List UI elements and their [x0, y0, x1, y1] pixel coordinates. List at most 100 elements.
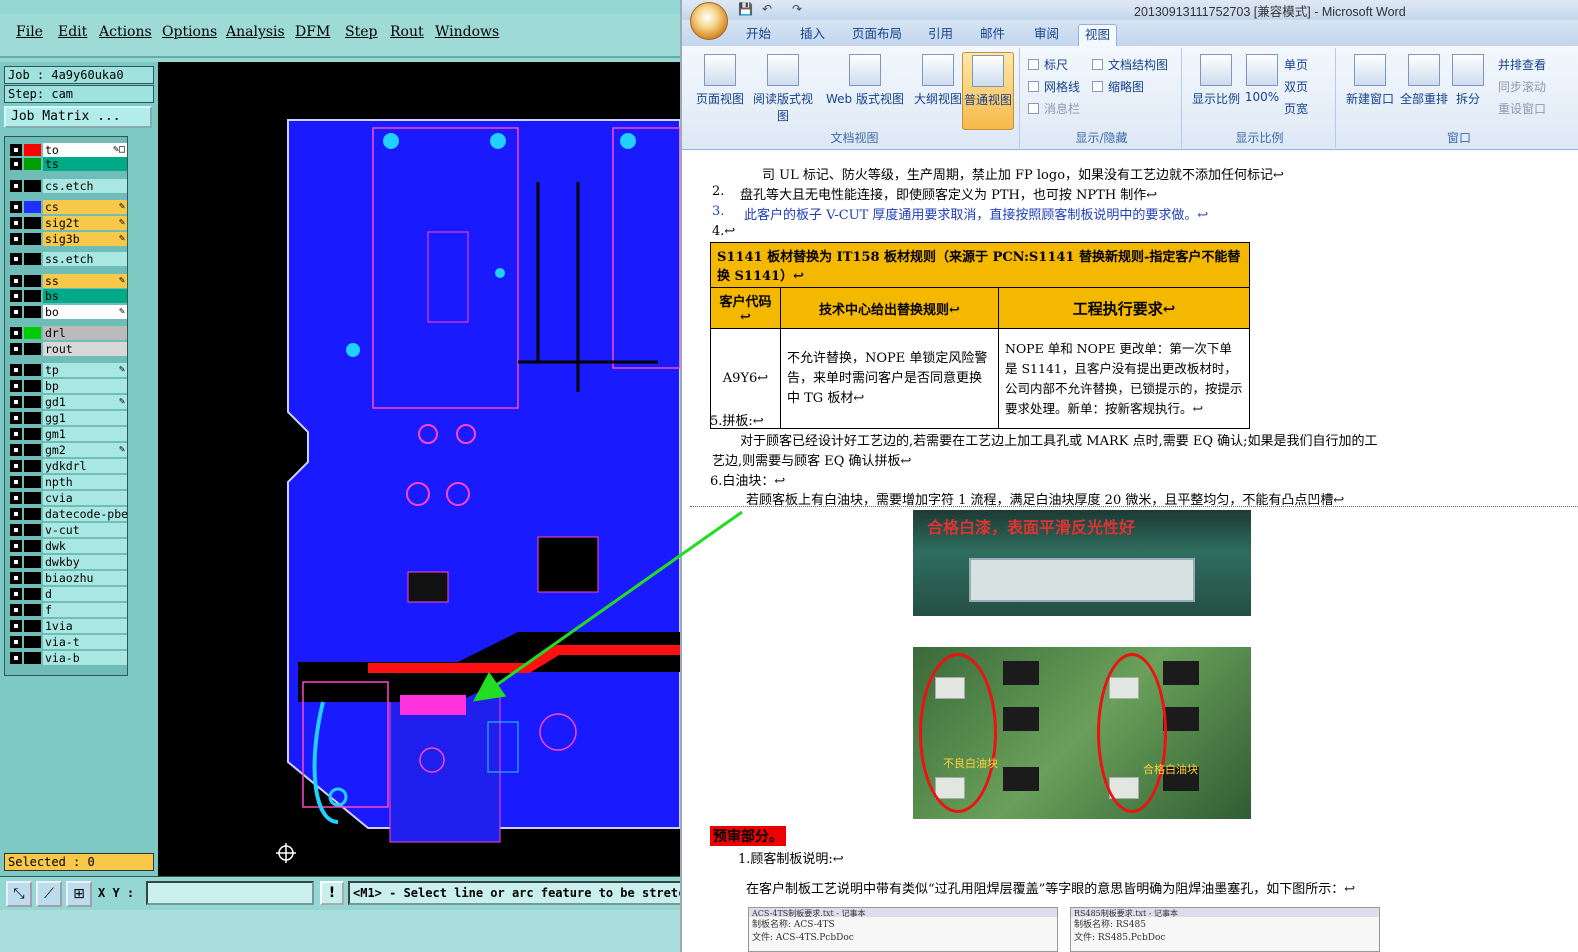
layer-checkbox[interactable] — [10, 476, 22, 488]
layer-name[interactable]: ydkdrl — [43, 459, 127, 473]
tab-insert[interactable]: 插入 — [794, 24, 831, 46]
menu-actions[interactable]: Actions — [99, 24, 152, 40]
layer-name[interactable]: cs ✎ — [43, 200, 127, 214]
layer-row-datecode-pbe[interactable]: datecode-pbe — [8, 507, 127, 521]
layer-name[interactable]: rout — [43, 342, 127, 356]
ruler-checkbox[interactable]: 标尺 — [1028, 56, 1068, 73]
layer-color-swatch[interactable] — [24, 327, 41, 339]
layer-color-swatch[interactable] — [24, 636, 41, 648]
layer-checkbox[interactable] — [10, 144, 22, 156]
layer-color-swatch[interactable] — [24, 253, 41, 265]
layer-color-swatch[interactable] — [24, 343, 41, 355]
arrange-all-button[interactable]: 全部重排 — [1394, 52, 1454, 130]
layer-name[interactable]: f — [43, 603, 127, 617]
layer-name[interactable]: to ✎□ — [43, 143, 127, 157]
layer-name[interactable]: via-t — [43, 635, 127, 649]
layer-name[interactable]: sig3b ✎ — [43, 232, 127, 246]
layer-checkbox[interactable] — [10, 428, 22, 440]
layer-row-gd1[interactable]: gd1 ✎ — [8, 395, 127, 409]
layer-checkbox[interactable] — [10, 556, 22, 568]
layer-color-swatch[interactable] — [24, 144, 41, 156]
layer-row-to[interactable]: to ✎□ — [8, 143, 127, 157]
layer-name[interactable]: ss.etch — [43, 252, 127, 266]
layer-checkbox[interactable] — [10, 158, 22, 170]
layer-name[interactable]: dwk — [43, 539, 127, 553]
layer-row-sig2t[interactable]: sig2t ✎ — [8, 216, 127, 230]
layer-checkbox[interactable] — [10, 233, 22, 245]
layer-name[interactable]: cs.etch — [43, 179, 127, 193]
web-view-button[interactable]: Web 版式视图 — [824, 52, 906, 130]
layer-name[interactable]: cvia — [43, 491, 127, 505]
layer-row-ss[interactable]: ss ✎ — [8, 274, 127, 288]
layer-color-swatch[interactable] — [24, 476, 41, 488]
layer-row-dwk[interactable]: dwk — [8, 539, 127, 553]
layer-color-swatch[interactable] — [24, 460, 41, 472]
layer-name[interactable]: 1via — [43, 619, 127, 633]
tab-layout[interactable]: 页面布局 — [846, 24, 908, 46]
layer-name[interactable]: v-cut — [43, 523, 127, 537]
layer-name[interactable]: drl — [43, 326, 127, 340]
layer-row-bs[interactable]: bs — [8, 289, 127, 303]
layer-checkbox[interactable] — [10, 524, 22, 536]
layer-row-drl[interactable]: drl — [8, 326, 127, 340]
layer-checkbox[interactable] — [10, 275, 22, 287]
layer-checkbox[interactable] — [10, 460, 22, 472]
layer-checkbox[interactable] — [10, 306, 22, 318]
pcb-graphic-canvas[interactable] — [158, 62, 680, 878]
layer-name[interactable]: ss ✎ — [43, 274, 127, 288]
layer-name[interactable]: gm1 — [43, 427, 127, 441]
zoom-100-button[interactable]: 100% — [1242, 52, 1282, 130]
layer-color-swatch[interactable] — [24, 588, 41, 600]
layer-name[interactable]: tp ✎ — [43, 363, 127, 377]
layer-color-swatch[interactable] — [24, 524, 41, 536]
menu-analysis[interactable]: Analysis — [226, 24, 285, 40]
layer-color-swatch[interactable] — [24, 158, 41, 170]
layer-row-gg1[interactable]: gg1 — [8, 411, 127, 425]
layer-checkbox[interactable] — [10, 217, 22, 229]
layer-name[interactable]: bo ✎ — [43, 305, 127, 319]
layer-color-swatch[interactable] — [24, 201, 41, 213]
layer-name[interactable]: datecode-pbe — [43, 507, 127, 521]
layer-row-tp[interactable]: tp ✎ — [8, 363, 127, 377]
layer-color-swatch[interactable] — [24, 290, 41, 302]
layer-row-ts[interactable]: ts — [8, 157, 127, 171]
layer-row-v-cut[interactable]: v-cut — [8, 523, 127, 537]
layer-name[interactable]: ts — [43, 157, 127, 171]
layer-checkbox[interactable] — [10, 540, 22, 552]
layer-name[interactable]: gm2 ✎ — [43, 443, 127, 457]
side-by-side-button[interactable]: 并排查看 — [1498, 56, 1546, 73]
menu-dfm[interactable]: DFM — [295, 24, 330, 40]
redo-icon[interactable]: ↷ — [792, 2, 802, 16]
menu-options[interactable]: Options — [162, 24, 217, 40]
layer-color-swatch[interactable] — [24, 540, 41, 552]
layer-color-swatch[interactable] — [24, 396, 41, 408]
layer-row-1via[interactable]: 1via — [8, 619, 127, 633]
layer-color-swatch[interactable] — [24, 306, 41, 318]
layer-row-biaozhu[interactable]: biaozhu — [8, 571, 127, 585]
layer-checkbox[interactable] — [10, 380, 22, 392]
layer-color-swatch[interactable] — [24, 572, 41, 584]
layer-color-swatch[interactable] — [24, 492, 41, 504]
menu-rout[interactable]: Rout — [390, 24, 424, 40]
layer-checkbox[interactable] — [10, 180, 22, 192]
menu-file[interactable]: File — [16, 24, 43, 40]
outline-view-button[interactable]: 大纲视图 — [908, 52, 968, 130]
layer-name[interactable]: via-b — [43, 651, 127, 665]
message-bar-checkbox[interactable]: 消息栏 — [1028, 100, 1080, 117]
layer-color-swatch[interactable] — [24, 428, 41, 440]
layer-checkbox[interactable] — [10, 636, 22, 648]
layer-checkbox[interactable] — [10, 492, 22, 504]
xy-input[interactable] — [146, 881, 314, 905]
layer-row-via-t[interactable]: via-t — [8, 635, 127, 649]
alert-button[interactable]: ! — [320, 881, 344, 905]
layer-color-swatch[interactable] — [24, 364, 41, 376]
layer-checkbox[interactable] — [10, 412, 22, 424]
layer-color-swatch[interactable] — [24, 380, 41, 392]
tool-stretch-icon[interactable]: ⤡ — [6, 881, 32, 907]
save-icon[interactable]: 💾 — [738, 2, 753, 16]
zoom-button[interactable]: 显示比例 — [1186, 52, 1246, 130]
layer-row-ss.etch[interactable]: ss.etch — [8, 252, 127, 266]
layer-row-npth[interactable]: npth — [8, 475, 127, 489]
layer-name[interactable]: bs — [43, 289, 127, 303]
draft-view-button[interactable]: 普通视图 — [962, 52, 1014, 130]
